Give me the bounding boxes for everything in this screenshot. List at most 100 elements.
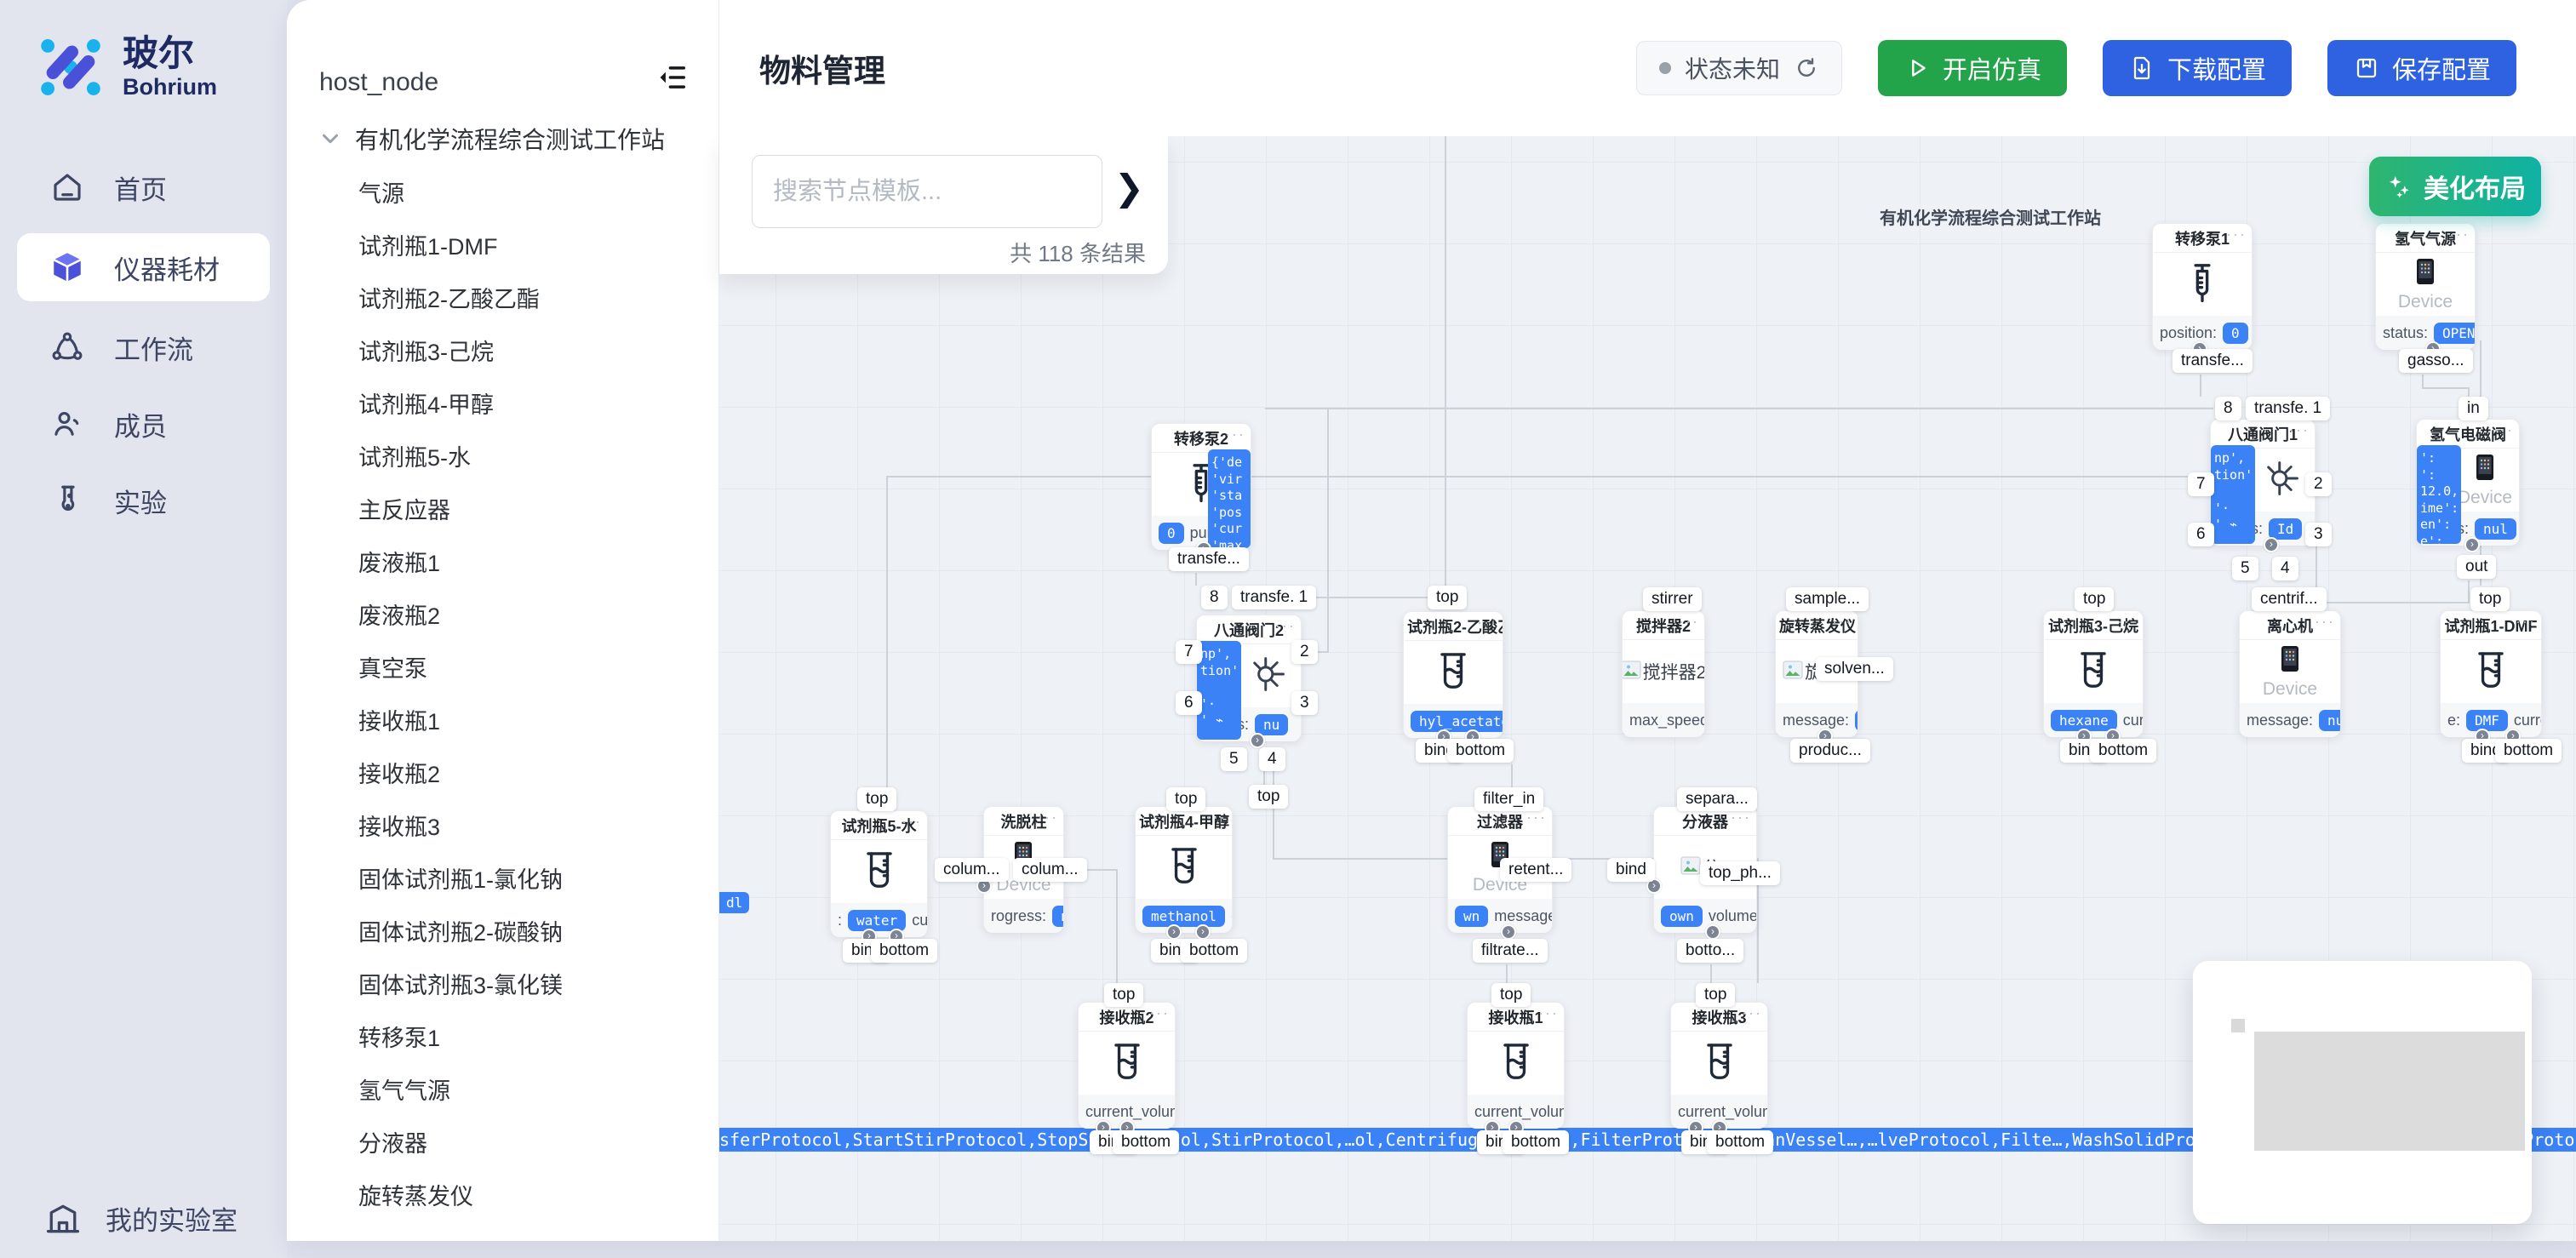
sidebar-item-home[interactable]: 首页	[0, 153, 287, 221]
node-menu-icon[interactable]: ···	[2117, 613, 2138, 631]
node-menu-icon[interactable]: ···	[1526, 809, 1547, 826]
prop-value-badge[interactable]: nul	[2475, 518, 2516, 540]
node-menu-icon[interactable]: ···	[1538, 1004, 1559, 1022]
port-handle[interactable]: ›	[1166, 924, 1182, 940]
prop-value-badge[interactable]: methanol	[1142, 906, 1225, 927]
tree-item[interactable]: 真空泵	[287, 640, 718, 693]
tree-item[interactable]: 分液器	[287, 1115, 718, 1168]
node-menu-icon[interactable]: ···	[1149, 1004, 1170, 1022]
node-menu-icon[interactable]: ···	[2449, 226, 2470, 243]
flow-node-reagent-bottle-5[interactable]: 试剂瓶5-水···:watercurrent_v››	[830, 810, 928, 936]
node-menu-icon[interactable]: ···	[2493, 421, 2514, 439]
tree-item[interactable]: 试剂瓶5-水	[287, 429, 718, 482]
node-menu-icon[interactable]: ···	[1679, 613, 1699, 631]
prop-value-badge[interactable]: hexane	[2051, 710, 2117, 731]
tree-item[interactable]: 固体试剂瓶1-氯化钠	[287, 851, 718, 904]
prop-value-badge[interactable]: ‒	[1855, 710, 1858, 731]
node-menu-icon[interactable]: ···	[1731, 809, 1751, 826]
prop-value-badge[interactable]: OPEN	[2434, 323, 2475, 344]
prop-value-badge[interactable]: null	[1052, 906, 1063, 927]
tree-item[interactable]: 试剂瓶4-甲醇	[287, 376, 718, 429]
prop-value-badge[interactable]: own	[1661, 906, 1703, 927]
tree-item[interactable]: 气源	[287, 165, 718, 218]
flow-node-reagent-bottle-3[interactable]: 试剂瓶3-己烷···hexanecurrent_v››	[2043, 610, 2144, 736]
tree-item[interactable]: 试剂瓶3-己烷	[287, 323, 718, 376]
sidebar-item-instruments[interactable]: 仪器耗材	[17, 233, 270, 301]
tree-item[interactable]: 固体试剂瓶3-氯化镁	[287, 957, 718, 1009]
prop-value-badge[interactable]: 0	[2223, 323, 2248, 344]
prop-value-badge[interactable]: water	[848, 910, 906, 931]
beautify-layout-button[interactable]: 美化布局	[2369, 157, 2541, 216]
sidebar-item-workflow[interactable]: 工作流	[0, 313, 287, 381]
start-simulation-button[interactable]: 开启仿真	[1878, 40, 2067, 96]
node-menu-icon[interactable]: ···	[2516, 613, 2536, 631]
tree-item[interactable]: 旋转蒸发仪	[287, 1168, 718, 1221]
tree-item[interactable]: 固体试剂瓶2-碳酸钠	[287, 904, 718, 957]
port-handle[interactable]: ›	[2264, 537, 2279, 552]
flow-node-reagent-bottle-1[interactable]: 试剂瓶1-DMF···e:DMFcurrent_vol››	[2440, 610, 2542, 736]
collapse-panel-icon[interactable]	[655, 61, 688, 94]
minimap-viewport[interactable]	[2254, 1032, 2525, 1151]
node-menu-icon[interactable]: ···	[1275, 617, 1296, 635]
download-config-button[interactable]: 下载配置	[2103, 40, 2292, 96]
flow-node-receiver-bottle-3[interactable]: 接收瓶3···current_volume:0››	[1670, 1002, 1768, 1128]
port-handle[interactable]: ›	[1250, 733, 1265, 748]
node-menu-icon[interactable]: ···	[2289, 421, 2310, 439]
port-label-chip: bottom	[1113, 1130, 1179, 1154]
flow-node-hydrogen-gas-source[interactable]: 氢气气源···Devicestatus:OPEN›	[2375, 223, 2476, 349]
flow-node-transfer-pump-1[interactable]: 转移泵1···position:0pump›	[2152, 223, 2253, 349]
port-handle[interactable]: ›	[2464, 537, 2480, 552]
prop-value-badge[interactable]: null	[2319, 710, 2340, 731]
tree-item[interactable]: 主反应器	[287, 482, 718, 535]
node-menu-icon[interactable]: ···	[2315, 613, 2335, 631]
flow-node-stirrer-2[interactable]: 搅拌器2···搅拌器2max_speed:2000	[1622, 610, 1705, 736]
tree-item[interactable]: 废液瓶1	[287, 535, 718, 587]
tree-item[interactable]: 接收瓶1	[287, 693, 718, 746]
tree-item[interactable]: 转移泵1	[287, 1009, 718, 1062]
node-menu-icon[interactable]: ···	[1742, 1004, 1762, 1022]
refresh-icon[interactable]	[1794, 55, 1819, 81]
prop-value-badge[interactable]: DMF	[2466, 710, 2508, 731]
port-handle[interactable]: ›	[1195, 924, 1211, 940]
flow-node-hydrogen-solenoid-valve[interactable]: 氢气电磁阀···Devicestatus:nul': ': 12.0, ime'…	[2416, 419, 2520, 545]
port-handle[interactable]: ›	[1705, 924, 1720, 940]
node-menu-icon[interactable]: ···	[902, 813, 922, 831]
port-label-chip: produc...	[1790, 739, 1870, 763]
node-menu-icon[interactable]: ···	[1038, 809, 1058, 826]
flow-canvas[interactable]: 有机化学流程综合测试工作站 转移泵1···position:0pump›氢气气源…	[719, 136, 2576, 1241]
flow-node-reagent-bottle-2[interactable]: 试剂瓶2-乙酸乙酯···hyl_acetatecurre››	[1403, 611, 1503, 737]
prop-value-badge[interactable]: Id	[2269, 518, 2302, 540]
sidebar-item-my-lab[interactable]: 我的实验室	[0, 1199, 287, 1238]
prop-value-badge[interactable]: wn	[1455, 906, 1488, 927]
flow-node-transfer-pump-2[interactable]: 转移泵2···0pump_info:{'de 'vir 'sta 'pos 'c…	[1151, 423, 1251, 549]
flow-node-receiver-bottle-2[interactable]: 接收瓶2···current_volume:0››	[1078, 1002, 1176, 1128]
tree-item[interactable]: 接收瓶3	[287, 798, 718, 851]
node-menu-icon[interactable]: ···	[1225, 426, 1245, 443]
save-config-button[interactable]: 保存配置	[2327, 40, 2516, 96]
chevron-down-icon[interactable]	[318, 126, 343, 152]
flow-node-reagent-bottle-4[interactable]: 试剂瓶4-甲醇···methanolcurrent_››	[1135, 806, 1233, 932]
port-handle[interactable]: ›	[1501, 924, 1516, 940]
chevron-right-icon[interactable]: ❯	[1114, 170, 1144, 206]
prop-value-badge[interactable]: 0	[1159, 523, 1184, 544]
sidebar-item-members[interactable]: 成员	[0, 390, 287, 458]
tree-node-workstation[interactable]: 有机化学流程综合测试工作站	[287, 112, 718, 165]
tree-item[interactable]: 试剂瓶2-乙酸乙酯	[287, 271, 718, 323]
flow-node-centrifuge[interactable]: 离心机···Devicemessage:nullma	[2239, 610, 2341, 736]
flow-node-eight-way-valve-1[interactable]: 八通阀门1···status:Idnp', tion': '· ' ⌁›	[2210, 419, 2316, 545]
node-body	[1468, 1032, 1564, 1095]
sidebar-item-experiments[interactable]: 实验	[0, 466, 287, 535]
prop-value-badge[interactable]: hyl_acetate	[1411, 711, 1503, 732]
prop-value-badge[interactable]: nu	[1255, 714, 1288, 735]
flow-node-receiver-bottle-1[interactable]: 接收瓶1···current_volume:0››	[1467, 1002, 1565, 1128]
node-menu-icon[interactable]: ···	[2226, 226, 2247, 243]
tree-item[interactable]: 氢气气源	[287, 1062, 718, 1115]
node-menu-icon[interactable]: ···	[1477, 614, 1497, 632]
node-menu-icon[interactable]: ···	[1206, 809, 1227, 826]
flow-node-eight-way-valve-2[interactable]: 八通阀门2···status:nunp', tion': '· ' ⌁›	[1196, 615, 1302, 741]
tree-item[interactable]: 试剂瓶1-DMF	[287, 218, 718, 271]
search-input[interactable]	[752, 155, 1102, 228]
tree-item[interactable]: 废液瓶2	[287, 587, 718, 640]
node-menu-icon[interactable]: ···	[1832, 613, 1852, 631]
tree-item[interactable]: 接收瓶2	[287, 746, 718, 798]
